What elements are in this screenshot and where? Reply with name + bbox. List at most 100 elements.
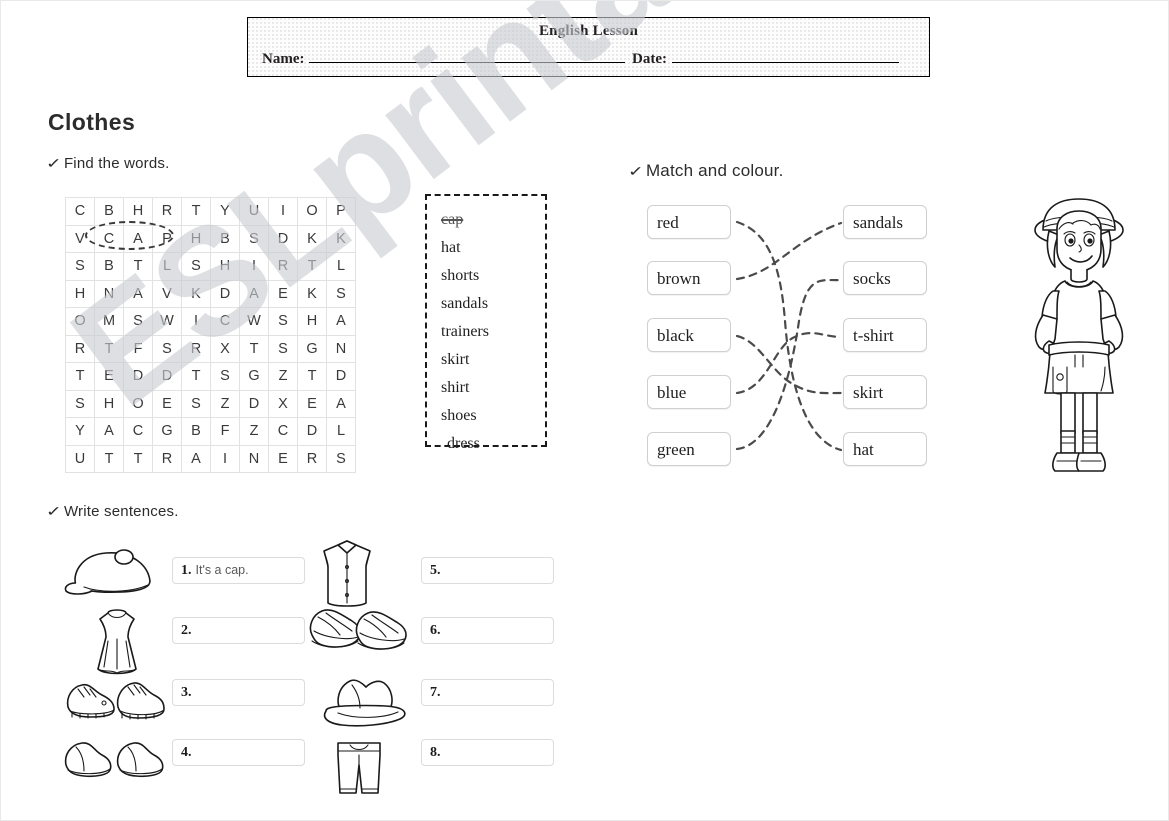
wordsearch-cell[interactable]: D [268, 224, 298, 253]
wordsearch-cell[interactable]: V [65, 224, 95, 253]
wordsearch-cell[interactable]: P [152, 224, 182, 253]
wordsearch-cell[interactable]: A [94, 417, 124, 446]
wordsearch-cell[interactable]: C [210, 307, 240, 336]
word-list-item[interactable]: skirt [441, 346, 545, 374]
wordsearch-cell[interactable]: H [210, 252, 240, 281]
wordsearch-cell[interactable]: U [239, 197, 269, 226]
wordsearch-cell[interactable]: T [239, 334, 269, 363]
wordsearch-cell[interactable]: Y [210, 197, 240, 226]
answer-line-6[interactable]: 6. [421, 617, 554, 644]
colour-pill-green[interactable]: green [647, 432, 731, 466]
wordsearch-cell[interactable]: L [152, 252, 182, 281]
wordsearch-cell[interactable]: A [123, 279, 153, 308]
wordsearch-cell[interactable]: R [181, 334, 211, 363]
wordsearch-cell[interactable]: R [152, 197, 182, 226]
wordsearch-cell[interactable]: C [65, 197, 95, 226]
wordsearch-cell[interactable]: N [239, 444, 269, 473]
wordsearch-cell[interactable]: L [326, 252, 356, 281]
wordsearch-cell[interactable]: T [123, 252, 153, 281]
wordsearch-cell[interactable]: D [123, 362, 153, 391]
wordsearch-cell[interactable]: K [297, 279, 327, 308]
wordsearch-cell[interactable]: B [94, 197, 124, 226]
word-list-item[interactable]: shorts [441, 262, 545, 290]
wordsearch-cell[interactable]: I [239, 252, 269, 281]
item-pill-t-shirt[interactable]: t-shirt [843, 318, 927, 352]
item-pill-skirt[interactable]: skirt [843, 375, 927, 409]
wordsearch-cell[interactable]: W [152, 307, 182, 336]
wordsearch-cell[interactable]: S [181, 252, 211, 281]
wordsearch-cell[interactable]: N [94, 279, 124, 308]
wordsearch-cell[interactable]: T [65, 362, 95, 391]
wordsearch-cell[interactable]: S [152, 334, 182, 363]
colour-pill-black[interactable]: black [647, 318, 731, 352]
wordsearch-cell[interactable]: C [123, 417, 153, 446]
wordsearch-cell[interactable]: S [123, 307, 153, 336]
wordsearch-cell[interactable]: S [210, 362, 240, 391]
wordsearch-cell[interactable]: S [239, 224, 269, 253]
wordsearch-cell[interactable]: S [65, 252, 95, 281]
wordsearch-cell[interactable]: B [181, 417, 211, 446]
wordsearch-cell[interactable]: D [297, 417, 327, 446]
wordsearch-cell[interactable]: H [65, 279, 95, 308]
wordsearch-cell[interactable]: T [94, 444, 124, 473]
answer-line-2[interactable]: 2. [172, 617, 305, 644]
item-pill-sandals[interactable]: sandals [843, 205, 927, 239]
wordsearch-cell[interactable]: R [152, 444, 182, 473]
name-rule[interactable] [309, 62, 626, 63]
wordsearch-cell[interactable]: L [326, 417, 356, 446]
wordsearch-cell[interactable]: T [123, 444, 153, 473]
wordsearch-cell[interactable]: C [268, 417, 298, 446]
word-list-item[interactable]: trainers [441, 318, 545, 346]
wordsearch-cell[interactable]: E [268, 444, 298, 473]
wordsearch-cell[interactable]: T [297, 362, 327, 391]
wordsearch-cell[interactable]: I [181, 307, 211, 336]
answer-line-1[interactable]: 1. It's a cap. [172, 557, 305, 584]
wordsearch-cell[interactable]: R [297, 444, 327, 473]
wordsearch-cell[interactable]: S [326, 279, 356, 308]
wordsearch-cell[interactable]: A [326, 307, 356, 336]
wordsearch-cell[interactable]: Z [239, 417, 269, 446]
wordsearch-cell[interactable]: G [297, 334, 327, 363]
wordsearch-cell[interactable]: R [268, 252, 298, 281]
wordsearch-cell[interactable]: E [152, 389, 182, 418]
wordsearch-cell[interactable]: Z [210, 389, 240, 418]
wordsearch-cell[interactable]: A [181, 444, 211, 473]
wordsearch-cell[interactable]: A [239, 279, 269, 308]
answer-line-8[interactable]: 8. [421, 739, 554, 766]
wordsearch-cell[interactable]: D [152, 362, 182, 391]
wordsearch-cell[interactable]: H [123, 197, 153, 226]
wordsearch-cell[interactable]: A [326, 389, 356, 418]
wordsearch-cell[interactable]: X [268, 389, 298, 418]
wordsearch-cell[interactable]: F [210, 417, 240, 446]
date-rule[interactable] [671, 62, 899, 63]
wordsearch-cell[interactable]: K [326, 224, 356, 253]
wordsearch-cell[interactable]: V [152, 279, 182, 308]
wordsearch-cell[interactable]: T [181, 362, 211, 391]
wordsearch-cell[interactable]: O [65, 307, 95, 336]
wordsearch-cell[interactable]: K [297, 224, 327, 253]
word-list-item[interactable]: cap [441, 206, 545, 234]
wordsearch-cell[interactable]: H [297, 307, 327, 336]
wordsearch-cell[interactable]: G [239, 362, 269, 391]
wordsearch-cell[interactable]: B [210, 224, 240, 253]
wordsearch-cell[interactable]: D [326, 362, 356, 391]
wordsearch-cell[interactable]: D [239, 389, 269, 418]
wordsearch-cell[interactable]: X [210, 334, 240, 363]
item-pill-hat[interactable]: hat [843, 432, 927, 466]
wordsearch-cell[interactable]: E [94, 362, 124, 391]
wordsearch-cell[interactable]: E [297, 389, 327, 418]
colour-pill-brown[interactable]: brown [647, 261, 731, 295]
wordsearch-cell[interactable]: O [297, 197, 327, 226]
wordsearch-cell[interactable]: P [326, 197, 356, 226]
wordsearch-cell[interactable]: R [65, 334, 95, 363]
wordsearch-cell[interactable]: M [94, 307, 124, 336]
wordsearch-cell[interactable]: I [210, 444, 240, 473]
wordsearch-cell[interactable]: B [94, 252, 124, 281]
date-field[interactable]: Date: [632, 51, 899, 68]
wordsearch-cell[interactable]: H [181, 224, 211, 253]
word-list-item[interactable]: dress [441, 430, 545, 458]
wordsearch-cell[interactable]: S [268, 307, 298, 336]
wordsearch-cell[interactable]: S [181, 389, 211, 418]
wordsearch-grid[interactable]: CBHRTYUIOPVCAPHBSDKKSBTLSHIRTLHNAVKDAEKS… [65, 197, 356, 473]
word-list-item[interactable]: shoes [441, 402, 545, 430]
